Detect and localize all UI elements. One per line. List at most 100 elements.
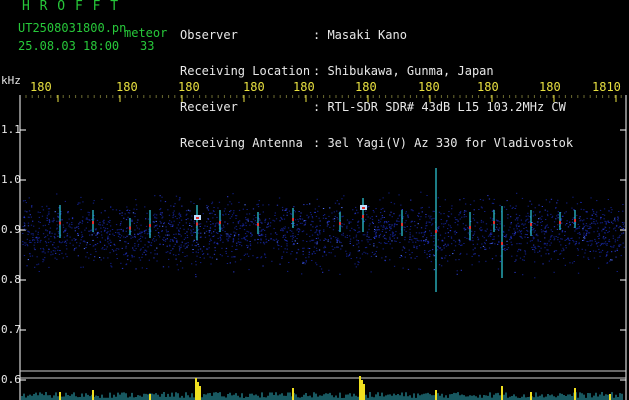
noise-dot <box>349 252 351 254</box>
noise-dot <box>248 231 250 233</box>
noise-dot <box>376 229 378 231</box>
noise-dot <box>187 209 190 211</box>
noise-dot <box>115 249 117 251</box>
noise-dot <box>519 249 522 251</box>
noise-dot <box>409 232 411 234</box>
noise-dot <box>589 251 591 252</box>
noise-dot <box>517 250 519 252</box>
noise-dot <box>532 211 535 213</box>
noise-dot <box>465 224 467 226</box>
noise-dot <box>447 228 449 230</box>
noise-dot <box>593 231 595 233</box>
noise-dot <box>545 230 547 232</box>
noise-dot <box>572 240 574 241</box>
noise-dot <box>371 218 374 220</box>
noise-dot <box>209 212 211 214</box>
noise-dot <box>557 239 559 241</box>
noise-dot <box>449 225 451 227</box>
noise-dot <box>586 211 588 213</box>
noise-dot <box>544 226 547 228</box>
noise-dot <box>134 236 136 238</box>
noise-dot <box>325 217 327 219</box>
noise-dot <box>414 238 417 240</box>
noise-dot <box>256 257 258 259</box>
noise-dot <box>140 240 142 242</box>
noise-dot <box>578 237 580 239</box>
noise-dot <box>167 209 169 211</box>
noise-dot <box>176 218 178 220</box>
noise-dot <box>52 221 54 223</box>
noise-dot <box>482 221 484 223</box>
noise-dot <box>33 225 35 227</box>
noise-dot <box>26 238 28 240</box>
noise-dot <box>576 214 578 216</box>
noise-dot <box>332 236 335 237</box>
noise-dot <box>24 210 26 212</box>
noise-dot <box>545 199 547 201</box>
noise-dot <box>389 243 391 245</box>
noise-dot <box>46 205 48 207</box>
noise-dot <box>192 252 194 253</box>
noise-dot <box>159 236 161 238</box>
noise-dot <box>123 217 125 219</box>
noise-dot <box>497 243 499 245</box>
noise-dot <box>469 240 471 242</box>
noise-dot <box>507 217 509 219</box>
noise-dot <box>444 223 447 225</box>
noise-dot <box>573 209 575 211</box>
noise-dot <box>47 234 49 236</box>
noise-dot <box>211 257 213 259</box>
noise-dot <box>178 213 180 215</box>
noise-dot <box>606 252 608 254</box>
noise-dot <box>54 233 56 235</box>
noise-dot <box>414 225 416 227</box>
noise-dot <box>259 213 261 215</box>
noise-dot <box>305 257 307 259</box>
noise-dot <box>385 226 388 228</box>
noise-dot <box>32 237 34 238</box>
noise-dot <box>103 219 105 221</box>
noise-dot <box>358 246 360 248</box>
noise-dot <box>468 238 470 240</box>
noise-dot <box>217 237 219 239</box>
noise-dot <box>502 230 505 232</box>
noise-dot <box>561 231 563 233</box>
noise-dot <box>389 224 391 225</box>
noise-dot <box>73 238 75 240</box>
noise-dot <box>168 214 171 216</box>
noise-dot <box>444 243 446 245</box>
noise-dot <box>389 227 391 229</box>
noise-dot <box>157 234 160 236</box>
noise-dot <box>576 203 579 205</box>
noise-dot <box>379 221 382 223</box>
noise-dot <box>57 246 59 248</box>
noise-dot <box>39 212 41 213</box>
noise-dot <box>93 259 95 261</box>
noise-dot <box>22 241 24 243</box>
noise-dot <box>341 223 343 225</box>
noise-dot <box>341 234 343 236</box>
noise-dot <box>357 240 359 242</box>
noise-dot <box>454 233 456 235</box>
noise-dot <box>259 227 261 229</box>
noise-dot <box>111 229 114 230</box>
noise-dot <box>224 231 226 233</box>
noise-dot <box>359 231 361 233</box>
noise-dot <box>413 221 416 223</box>
noise-dot <box>371 221 374 223</box>
noise-dot <box>617 216 619 218</box>
noise-dot <box>190 201 192 203</box>
noise-dot <box>159 225 161 227</box>
noise-dot <box>41 215 44 217</box>
noise-dot <box>438 247 440 249</box>
noise-dot <box>201 250 203 252</box>
noise-dot <box>424 230 427 232</box>
noise-dot <box>71 227 73 229</box>
noise-dot <box>271 260 273 262</box>
noise-dot <box>518 229 521 231</box>
noise-dot <box>118 229 120 231</box>
noise-dot <box>428 250 430 252</box>
noise-dot <box>96 232 99 234</box>
noise-dot <box>594 240 597 242</box>
noise-dot <box>449 255 451 256</box>
